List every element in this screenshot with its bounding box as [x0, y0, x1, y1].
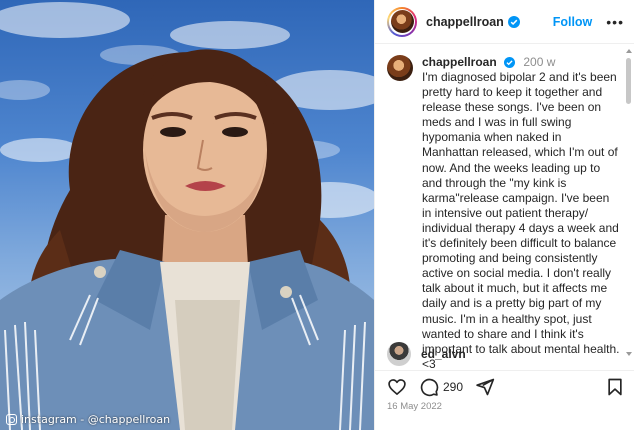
caption-text: I'm diagnosed bipolar 2 and it's been pr… — [422, 70, 620, 370]
more-options-icon[interactable]: ••• — [606, 15, 624, 29]
follow-button[interactable]: Follow — [553, 15, 593, 29]
heart-icon[interactable] — [387, 377, 407, 397]
instagram-icon — [6, 414, 17, 425]
post-actions: 290 — [375, 370, 634, 398]
comments-section[interactable]: chappellroan 200 w I'm diagnosed bipolar… — [375, 45, 634, 370]
caption-username[interactable]: chappellroan — [422, 55, 497, 69]
bookmark-icon[interactable] — [606, 377, 624, 397]
watermark-text: instagram - @chappellroan — [21, 413, 171, 426]
post-header: chappellroan Follow ••• — [375, 0, 634, 44]
post-photo[interactable]: instagram - @chappellroan — [0, 0, 374, 430]
post-date: 16 May 2022 — [387, 401, 442, 412]
photo-illustration — [0, 2, 374, 430]
caption-timestamp: 200 w — [523, 55, 556, 69]
avatar-image — [390, 10, 414, 33]
profile-avatar[interactable] — [387, 6, 417, 37]
comment-avatar[interactable] — [387, 342, 411, 366]
caption-body: chappellroan 200 w I'm diagnosed bipolar… — [422, 55, 620, 370]
post-details-panel: chappellroan Follow ••• chappellroan 200… — [374, 0, 634, 430]
comment-item: ed_alvn — [387, 342, 466, 366]
scroll-down-arrow-icon[interactable] — [626, 352, 632, 356]
username-link[interactable]: chappellroan — [426, 15, 504, 29]
comments-scrollbar[interactable] — [626, 58, 631, 104]
caption-header: chappellroan 200 w — [422, 55, 620, 70]
scroll-up-arrow-icon[interactable] — [626, 49, 632, 53]
caption-avatar[interactable] — [387, 55, 413, 81]
comment-bubble-icon[interactable] — [419, 377, 439, 397]
comment-count: 290 — [443, 379, 464, 394]
post-caption: chappellroan 200 w I'm diagnosed bipolar… — [375, 45, 634, 370]
verified-badge-icon — [507, 15, 520, 28]
paper-plane-icon[interactable] — [475, 377, 495, 397]
photo-watermark: instagram - @chappellroan — [6, 413, 170, 426]
comment-username[interactable]: ed_alvn — [421, 347, 466, 361]
verified-badge-icon — [504, 57, 516, 68]
